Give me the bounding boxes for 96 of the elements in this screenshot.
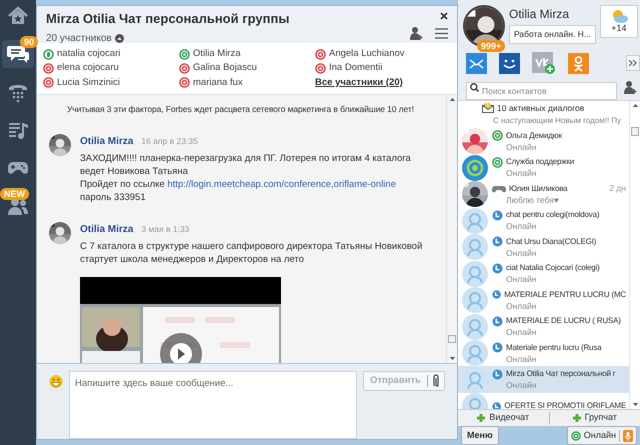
contact-name: Служба поддержки [506,156,574,168]
contact-name: MATERIALE DE LUCRU ( RUSA) [506,315,621,328]
message-text: пароль 333951 [80,191,147,204]
profile-name: Otilia Mirza [509,7,570,21]
message-text: ЗАХОДИМ!!!! планерка-перезагрузка для ПГ. Лотерея по итогам 4 каталога [80,152,411,165]
contact-preview: Онлайн [505,168,538,180]
contact-preview: Онлайн [505,274,538,286]
members-toggle[interactable]: 20 участников [46,31,409,46]
contact-preview: Люблю тебя♥ [505,195,560,206]
message-text: Учитывая 3 эти фактора, Forbes ждет расцвета сетевого маркетинга в ближайшие 10 лет! [67,104,414,114]
contact-preview: Онлайн [505,248,538,259]
weather-widget[interactable]: +14 [600,5,638,38]
scroll-down-icon[interactable] [632,402,638,406]
smiley-icon[interactable] [499,52,520,74]
group-status-icon [492,342,503,354]
group-status-icon [492,289,502,300]
group-status-icon [492,316,503,327]
plus-icon [477,414,486,422]
author-name[interactable]: Otilia Mirza [80,134,134,149]
group-avatar-icon [462,234,488,260]
expand-button[interactable] [626,55,640,72]
contact-preview: Онлайн [505,300,538,312]
contact-item[interactable]: Materiale pentru lucru (Rusa Онлайн [458,340,629,366]
group-avatar-icon [462,208,488,234]
message-input[interactable]: Напишите здесь ваше сообщение... [69,371,357,439]
contact-name: chat pentru colegi(moldova) [506,209,600,222]
contact-preview: Онлайн [505,354,538,365]
status-field[interactable]: Работа онлайн. Н... [509,25,596,44]
scrollbar-thumb[interactable] [448,335,456,343]
member-name[interactable]: mariana fux [193,76,243,90]
count-badge: 999+ [477,40,506,52]
microphone-icon [623,430,633,442]
member-name[interactable]: Galina Bojascu [193,61,257,76]
double-chevron-icon [629,60,637,66]
contact-preview: Онлайн [505,142,538,153]
scroll-down-icon[interactable] [450,357,454,360]
contact-preview: Онлайн [505,221,538,232]
online-status-button[interactable]: Онлайн [566,426,637,445]
group-avatar-icon [462,340,488,366]
contact-name: ciat Natalia Cojocari (colegi) [506,262,600,274]
member-name[interactable]: natalia cojocari [57,47,120,62]
author-name[interactable]: Otilia Mirza [80,222,134,237]
contact-name: Ольга Демидюк [506,130,562,142]
contact-name: Юлия Шиликова [509,182,568,195]
all-members-link[interactable]: Все участники (20) [315,76,403,90]
message-text: Пройдет по ссылке http://login.meetcheap.com/conference,oriflame-online [80,178,397,191]
count-badge: NEW [0,188,29,200]
contact-name: OFERTE SI PROMOTII ORIFLAME [504,400,626,409]
message-text: ведет Новикова Татьяна [80,165,189,178]
search-field[interactable]: Поиск контактов [466,82,617,100]
contact-preview: Онлайн [505,380,538,392]
contact-preview: Онлайн [505,327,538,338]
message-text: С 7 каталога в структуре нашего сапфирового директора Татьяны Новиковой стартует школа менеджеров и Директоров на лето [80,240,424,266]
contact-name: Mirza Otilia Чат персональной г [506,368,616,380]
vk-add-icon[interactable] [532,52,556,75]
contact-name: Chat Ursu Diana(COLEGI) [506,236,596,248]
group-status-icon [492,262,503,274]
scroll-up-icon[interactable] [450,98,454,101]
count-badge: 90 [20,36,38,48]
message-link[interactable]: http://login.meetcheap.com/conference,oriflame-online [167,179,396,190]
add-chat-button[interactable]: Групчат [550,411,640,425]
menu-button[interactable]: Меню [461,426,499,445]
search-icon [470,82,479,92]
contact-name: Materiale pentru lucru (Rusa [506,342,602,354]
group-status-icon [492,236,503,248]
contact-preview: С наступающим Новым годом!! Пу [493,116,622,125]
member-name[interactable]: Ina Domentii [329,61,382,76]
member-name[interactable]: Otilia Mirza [193,47,241,62]
home-icon [7,5,29,27]
mail-icon[interactable] [466,52,487,74]
contact-time: 2 дн [609,182,626,196]
contact-name: MATERIALE PENTRU LUCRU (MC [504,288,626,301]
at-icon [570,430,581,441]
close-icon[interactable] [440,12,448,20]
group-status-icon [492,368,503,380]
group-avatar-icon [462,287,488,314]
chat-title: Mirza Otilia Чат персональной группы [46,11,290,27]
group-avatar-icon [462,260,488,287]
message-time: 16 апр в 23:35 [141,135,198,148]
add-user-icon[interactable] [623,80,637,94]
scroll-up-icon[interactable] [632,104,638,107]
contact-item[interactable]: Mirza Otilia Чат персональной г Онлайн [458,366,629,393]
plus-icon [572,414,581,422]
member-name[interactable]: Lucia Simzinici [57,76,120,90]
smiley-icon[interactable] [49,374,64,389]
add-user-icon[interactable] [409,26,423,40]
member-name[interactable]: elena cojocaru [57,61,119,76]
scrollbar-thumb[interactable] [631,126,639,136]
group-avatar-icon [462,314,488,340]
group-status-icon [492,210,503,221]
add-chat-button[interactable]: Видеочат [458,411,548,425]
active-dialogs-label[interactable]: 10 активных диалогов [497,102,584,114]
support-avatar-icon [462,154,488,181]
menu-icon[interactable] [435,28,448,38]
message-time: 3 мая в 1:33 [141,223,190,236]
member-name[interactable]: Angela Luchianov [329,47,405,62]
